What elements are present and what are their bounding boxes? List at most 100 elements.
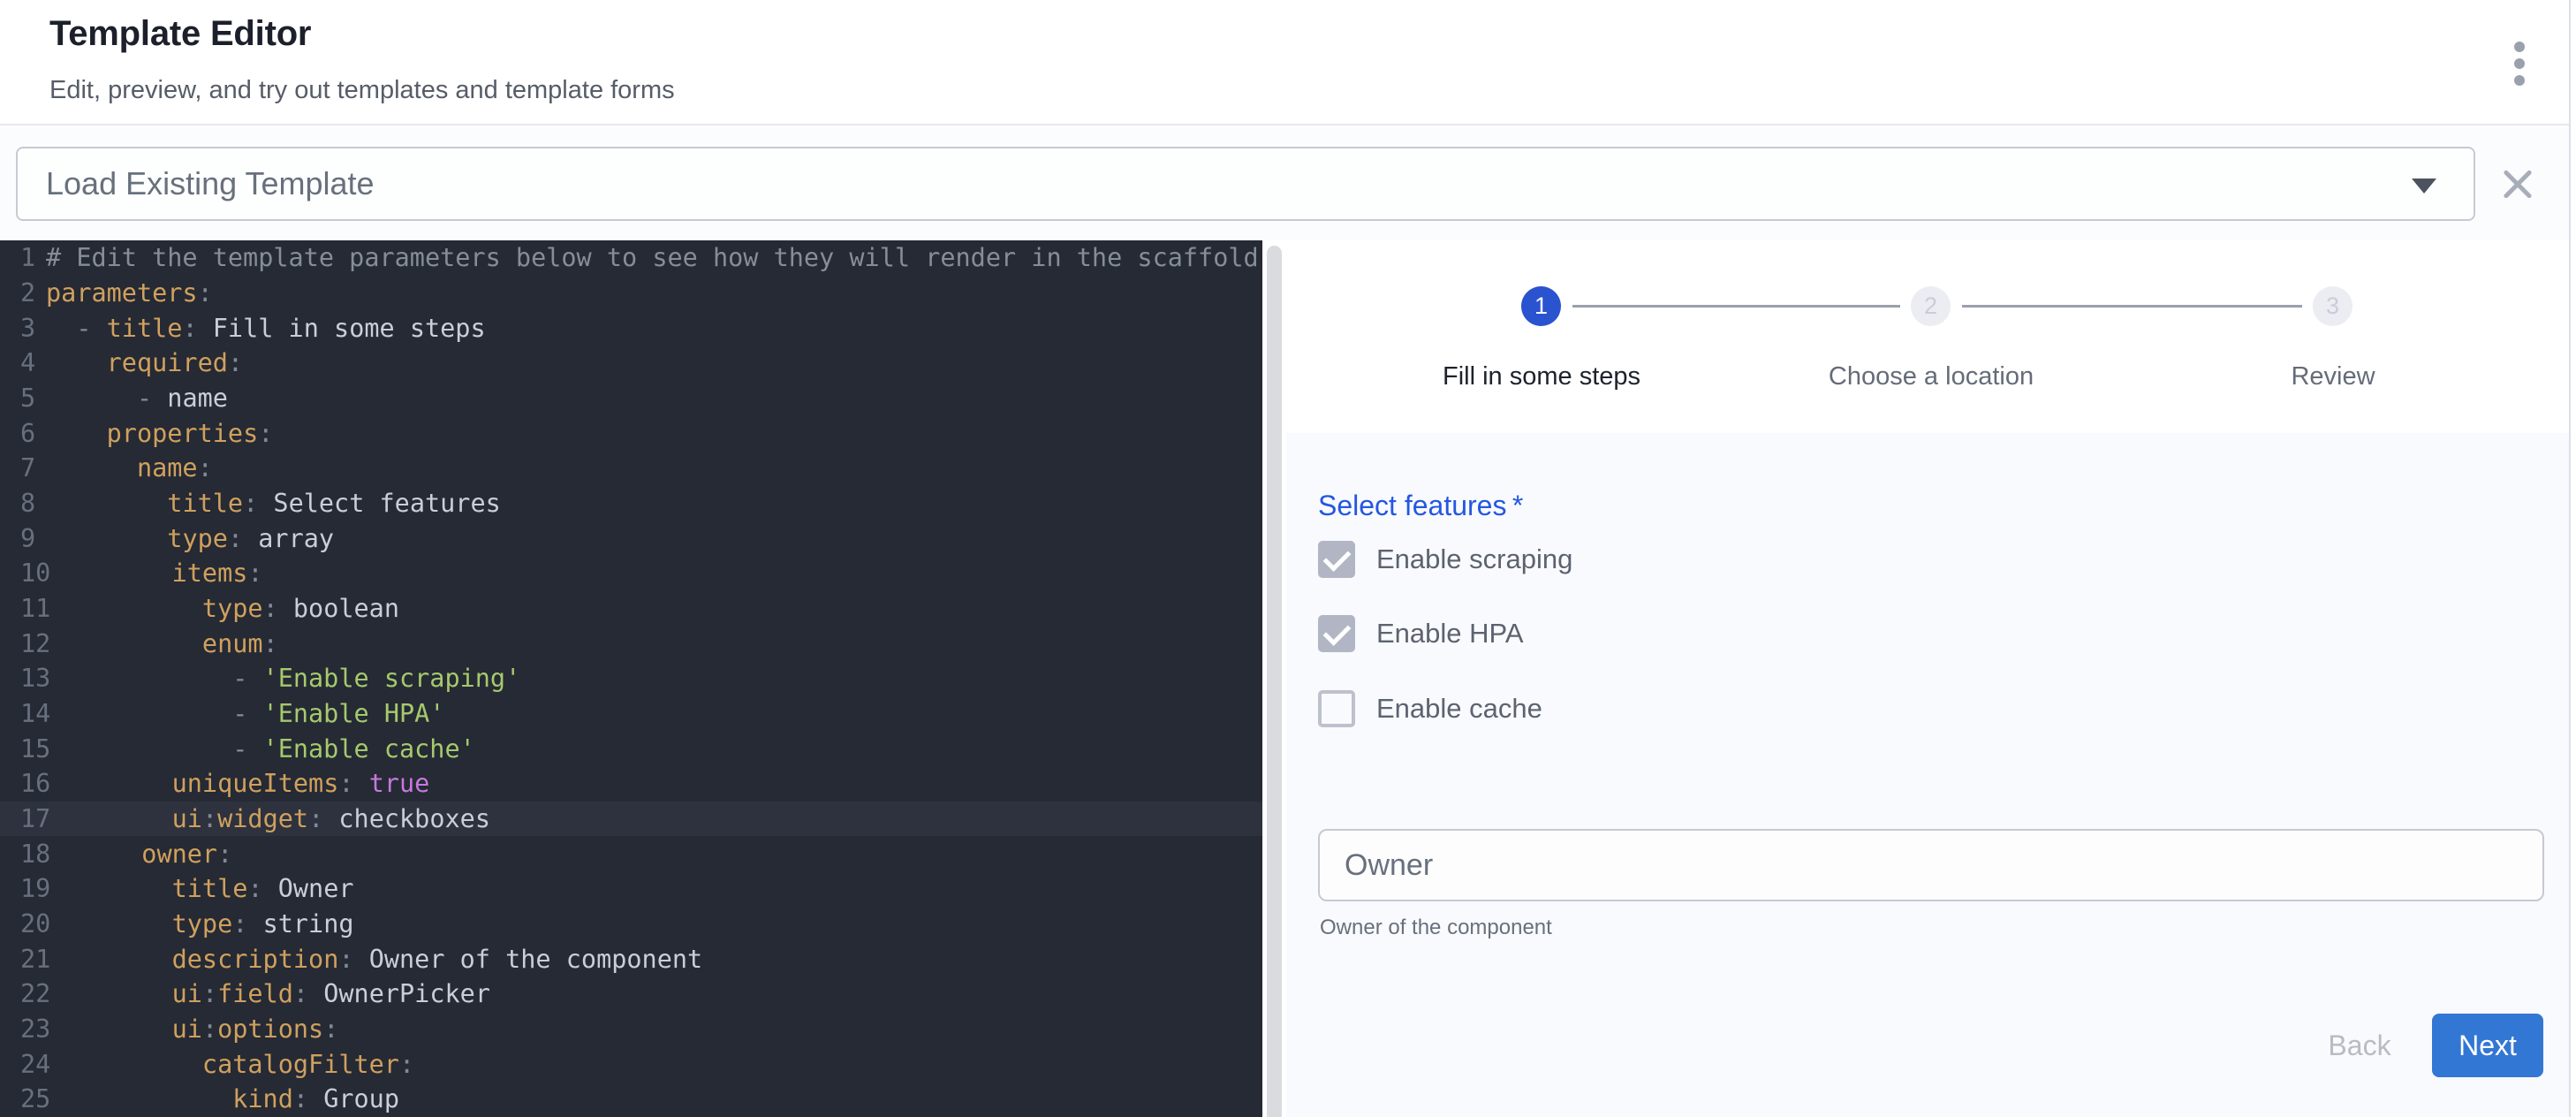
code-line[interactable]: 21 description: Owner of the component (0, 941, 1262, 976)
code-text: catalogFilter: (50, 1050, 414, 1079)
code-text: parameters: (46, 278, 213, 308)
code-line[interactable]: 10 items: (0, 556, 1262, 591)
code-line[interactable]: 22 ui:field: OwnerPicker (0, 976, 1262, 1012)
code-line[interactable]: 15 - 'Enable cache' (0, 731, 1262, 766)
token-pun (50, 1050, 202, 1079)
code-line[interactable]: 19 title: Owner (0, 871, 1262, 907)
editor-scrollbar-track[interactable] (1262, 240, 1286, 1117)
code-line[interactable]: 17 ui:widget: checkboxes (0, 802, 1262, 837)
page-scrollbar-gutter[interactable] (2569, 0, 2576, 1117)
code-line[interactable]: 13 - 'Enable scraping' (0, 661, 1262, 696)
load-template-select[interactable]: Load Existing Template (16, 147, 2475, 221)
code-line[interactable]: 6 properties: (0, 415, 1262, 451)
step-1-circle[interactable]: 1 (1521, 286, 1561, 326)
token-pun (46, 453, 137, 483)
code-line[interactable]: 18 owner: (0, 836, 1262, 871)
code-line[interactable]: 12 enum: (0, 626, 1262, 661)
code-line[interactable]: 9 type: array (0, 521, 1262, 556)
token-pun (50, 840, 141, 869)
editor-scrollbar-thumb[interactable] (1267, 246, 1282, 1117)
token-key: name (137, 453, 198, 483)
line-number: 9 (0, 524, 46, 553)
code-text: - 'Enable HPA' (50, 699, 444, 728)
token-key: items (172, 558, 248, 588)
checked-checkbox-icon[interactable] (1318, 615, 1355, 652)
code-line[interactable]: 7 name: (0, 451, 1262, 486)
code-line[interactable]: 20 type: string (0, 907, 1262, 942)
step-connector (1962, 305, 2302, 308)
more-options-icon[interactable] (2495, 32, 2544, 95)
token-pun: : (293, 979, 308, 1008)
code-text: uniqueItems: true (50, 769, 429, 798)
step-3-circle[interactable]: 3 (2313, 286, 2352, 326)
token-pun: : (243, 489, 258, 518)
code-line[interactable]: 3 - title: Fill in some steps (0, 310, 1262, 346)
back-button[interactable]: Back (2293, 1014, 2426, 1076)
code-line[interactable]: 4 required: (0, 346, 1262, 381)
code-line[interactable]: 25 kind: Group (0, 1082, 1262, 1117)
line-number: 1 (0, 243, 46, 272)
code-text: ui:field: OwnerPicker (50, 979, 490, 1008)
clear-template-button[interactable] (2498, 164, 2537, 203)
token-pun: : (338, 769, 353, 798)
feature-checkbox-row[interactable]: Enable HPA (1318, 614, 1524, 653)
code-text: # Edit the template parameters below to … (46, 243, 1259, 272)
code-line[interactable]: 8 title: Select features (0, 486, 1262, 521)
token-pun (50, 769, 171, 798)
line-number: 7 (0, 453, 46, 483)
token-str: 'Enable scraping' (263, 664, 521, 693)
feature-checkbox-label[interactable]: Enable scraping (1376, 543, 1572, 575)
feature-checkbox-row[interactable]: Enable cache (1318, 689, 1542, 728)
line-number: 3 (0, 314, 46, 343)
line-number: 15 (0, 734, 50, 764)
token-pun: : (228, 348, 243, 377)
line-number: 13 (0, 664, 50, 693)
owner-input[interactable] (1318, 829, 2544, 901)
template-toolbar: Load Existing Template (0, 127, 2569, 240)
code-line[interactable]: 16 uniqueItems: true (0, 766, 1262, 802)
page-title: Template Editor (49, 14, 311, 54)
code-line[interactable]: 11 type: boolean (0, 591, 1262, 627)
feature-checkbox-label[interactable]: Enable cache (1376, 693, 1542, 725)
line-number: 20 (0, 909, 50, 938)
code-line[interactable]: 24 catalogFilter: (0, 1046, 1262, 1082)
token-pun: : (202, 804, 217, 833)
line-number: 6 (0, 419, 46, 448)
code-text: - name (46, 384, 228, 413)
token-key: type (167, 524, 228, 553)
token-key: kind (232, 1084, 293, 1113)
line-number: 16 (0, 769, 50, 798)
code-line[interactable]: 14 - 'Enable HPA' (0, 696, 1262, 732)
owner-helper-text: Owner of the component (1320, 916, 1552, 940)
line-number: 11 (0, 594, 50, 623)
token-pun (46, 419, 107, 448)
token-val: Owner (263, 874, 354, 903)
token-pun: : (198, 453, 213, 483)
step-2-circle[interactable]: 2 (1911, 286, 1951, 326)
feature-checkbox-label[interactable]: Enable HPA (1376, 618, 1524, 650)
token-key: properties (107, 419, 259, 448)
feature-checkbox-row[interactable]: Enable scraping (1318, 540, 1572, 579)
token-val: Group (308, 1084, 399, 1113)
code-editor[interactable]: 1# Edit the template parameters below to… (0, 240, 1262, 1117)
line-number: 19 (0, 874, 50, 903)
token-pun: : (399, 1050, 414, 1079)
code-line[interactable]: 5 - name (0, 381, 1262, 416)
token-pun: : (338, 945, 353, 974)
code-text: enum: (50, 629, 277, 658)
token-pun: : (202, 979, 217, 1008)
token-pun: : (263, 629, 278, 658)
code-line[interactable]: 1# Edit the template parameters below to… (0, 240, 1262, 276)
line-number: 4 (0, 348, 46, 377)
token-val: Owner of the component (354, 945, 703, 974)
code-line[interactable]: 2parameters: (0, 276, 1262, 311)
code-text: - 'Enable cache' (50, 734, 474, 764)
next-button[interactable]: Next (2432, 1014, 2543, 1077)
code-line[interactable]: 23 ui:options: (0, 1012, 1262, 1047)
token-pun (50, 629, 202, 658)
token-key: type (172, 909, 233, 938)
checked-checkbox-icon[interactable] (1318, 541, 1355, 578)
code-text: title: Owner (50, 874, 353, 903)
token-pun (50, 804, 171, 833)
unchecked-checkbox-icon[interactable] (1318, 690, 1355, 727)
